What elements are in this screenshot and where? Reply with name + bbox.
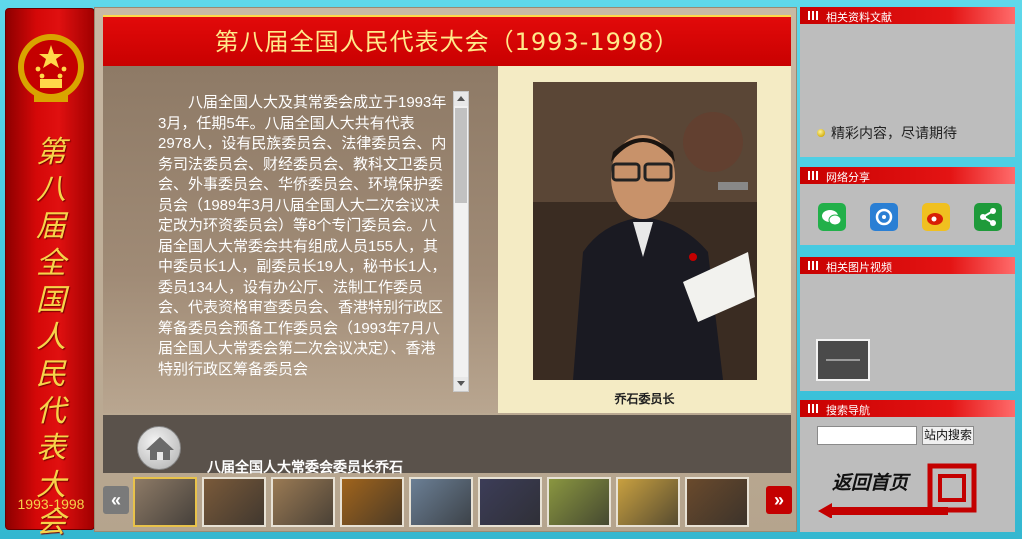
thumbnail-item[interactable] — [202, 477, 266, 527]
header-stripe-icon — [808, 171, 818, 180]
thumbnail-item[interactable] — [271, 477, 335, 527]
next-button[interactable]: » — [766, 486, 792, 514]
home-icon[interactable] — [137, 426, 181, 470]
literature-item[interactable]: 精彩内容，尽请期待 — [817, 123, 957, 143]
photo-panel: 乔石委员长 — [498, 66, 791, 413]
thumbnail-item[interactable] — [478, 477, 542, 527]
back-home-label: 返回首页 — [832, 473, 909, 494]
page-title: 第八届全国人民代表大会（1993-1998） — [214, 28, 680, 56]
article-body: 八届全国人大及其常委会成立于1993年3月，任期5年。八届全国人大共有代表297… — [158, 94, 447, 378]
photo-caption: 乔石委员长 — [614, 392, 675, 406]
literature-item-label: 精彩内容，尽请期待 — [831, 125, 957, 141]
back-home-button[interactable]: 返回首页 — [818, 458, 978, 518]
scroll-thumb[interactable] — [455, 108, 467, 203]
literature-section: 相关资料文献 精彩内容，尽请期待 — [800, 7, 1015, 157]
wechat-icon[interactable] — [818, 203, 846, 231]
weibo-icon[interactable] — [922, 203, 950, 231]
national-emblem-icon — [18, 34, 84, 102]
arrow-up-icon — [457, 96, 465, 101]
share-icon[interactable] — [974, 203, 1002, 231]
thumbnail-item[interactable] — [409, 477, 473, 527]
main-header: 第八届全国人民代表大会（1993-1998） — [103, 15, 791, 70]
home-glyph-icon — [146, 437, 174, 460]
text-scrollbar[interactable] — [453, 91, 469, 392]
text-panel: 八届全国人大及其常委会成立于1993年3月，任期5年。八届全国人大共有代表297… — [103, 66, 498, 413]
thumbnail-spacer — [754, 477, 764, 527]
scroll-up-button[interactable] — [454, 92, 468, 106]
search-section: 搜索导航 站内搜索 返回首页 — [800, 400, 1015, 532]
header-stripe-icon — [808, 404, 818, 413]
video-title: 相关图片视频 — [826, 262, 892, 274]
scroll-down-button[interactable] — [454, 377, 468, 391]
bullet-icon — [817, 129, 825, 137]
speaker-illustration — [533, 82, 757, 380]
thumbnail-item[interactable] — [340, 477, 404, 527]
header-stripe-icon — [808, 261, 818, 270]
vertical-banner-title: 第八届全国人民代表大会 — [36, 135, 66, 539]
share-title: 网络分享 — [826, 172, 870, 184]
arrow-down-icon — [457, 381, 465, 386]
section-header: 网络分享 — [800, 167, 1015, 184]
portrait-photo — [533, 82, 757, 380]
search-input[interactable] — [817, 426, 917, 445]
left-banner: 第八届全国人民代表大会 1993-1998 — [5, 8, 95, 539]
header-stripe-icon — [808, 11, 818, 20]
share-section: 网络分享 — [800, 167, 1015, 245]
video-section: 相关图片视频 — [800, 257, 1015, 391]
search-button[interactable]: 站内搜索 — [922, 426, 974, 445]
video-thumbnail[interactable] — [816, 339, 870, 381]
literature-title: 相关资料文献 — [826, 12, 892, 24]
main-panel: 第八届全国人民代表大会（1993-1998） 八届全国人大及其常委会成立于199… — [94, 7, 797, 532]
subtitle-bar: 八届全国人大常委会委员长乔石 — [103, 415, 791, 475]
thumbnail-item[interactable] — [685, 477, 749, 527]
section-header: 相关资料文献 — [800, 7, 1015, 24]
qq-zone-icon[interactable] — [870, 203, 898, 231]
thumbnail-item[interactable] — [547, 477, 611, 527]
thumbnail-item[interactable] — [616, 477, 680, 527]
previous-button[interactable]: « — [103, 486, 129, 514]
thumbnail-strip: « » — [103, 474, 792, 529]
section-header: 搜索导航 — [800, 400, 1015, 417]
section-header: 相关图片视频 — [800, 257, 1015, 274]
search-title: 搜索导航 — [826, 405, 870, 417]
thumbnail-item[interactable] — [133, 477, 197, 527]
banner-years: 1993-1998 — [17, 496, 85, 512]
